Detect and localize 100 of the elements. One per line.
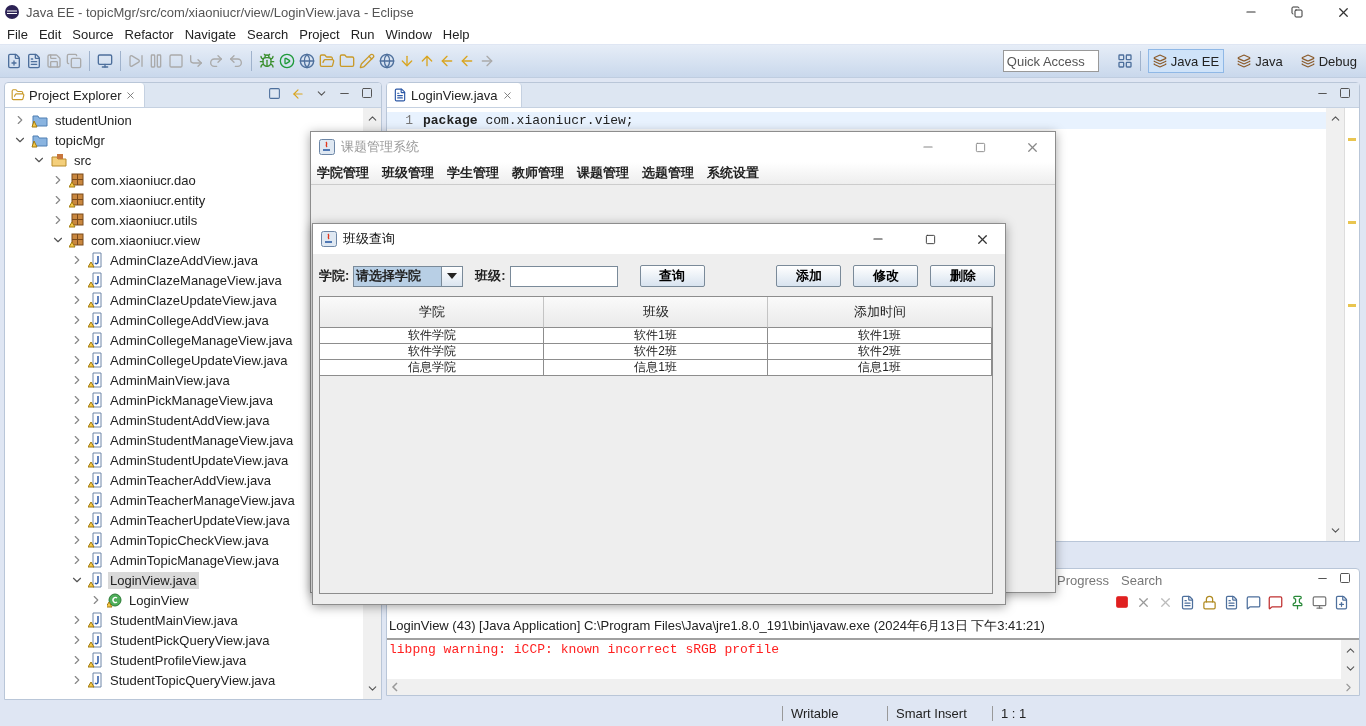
perspective-button[interactable]: Java	[1232, 49, 1288, 73]
tree-item[interactable]: StudentProfileView.java	[108, 651, 249, 669]
menu-item[interactable]: File	[2, 26, 34, 42]
close-icon[interactable]	[501, 89, 513, 101]
new-file-icon[interactable]	[6, 53, 22, 69]
copy-icon[interactable]	[66, 53, 82, 69]
resume-icon[interactable]	[128, 53, 144, 69]
tree-item[interactable]: LoginView.java	[108, 571, 199, 589]
tree-item[interactable]: AdminMainView.java	[108, 371, 232, 389]
tree-item[interactable]: src	[72, 151, 94, 169]
tree-item[interactable]: StudentTopicQueryView.java	[108, 671, 278, 689]
tree-item[interactable]: com.xiaoniucr.dao	[89, 171, 198, 189]
step-into-icon[interactable]	[188, 53, 204, 69]
scroll-left-icon[interactable]	[391, 682, 399, 692]
warning-marker[interactable]	[1348, 304, 1356, 307]
menu-item[interactable]: 选题管理	[642, 164, 694, 182]
tree-item[interactable]: AdminStudentManageView.java	[108, 431, 296, 449]
new-document-icon[interactable]	[26, 53, 42, 69]
clear-console-icon[interactable]	[1180, 594, 1195, 610]
close-icon[interactable]	[125, 89, 137, 101]
menu-item[interactable]: 课题管理	[577, 164, 629, 182]
tree-item[interactable]: com.xiaoniucr.view	[89, 231, 203, 249]
panel-tab[interactable]: Search	[1121, 572, 1163, 588]
vertical-scrollbar[interactable]	[1341, 640, 1359, 679]
panel-tab[interactable]: Project Explorer	[5, 83, 146, 107]
back-arrow-icon[interactable]	[459, 53, 475, 69]
run-icon[interactable]	[279, 53, 295, 69]
display-console-icon[interactable]	[1312, 594, 1327, 610]
menu-item[interactable]: Refactor	[119, 26, 180, 42]
column-header[interactable]: 学院	[320, 297, 544, 328]
menu-item[interactable]: 学生管理	[447, 164, 499, 182]
vertical-scrollbar[interactable]	[1326, 108, 1344, 541]
open-folder-icon[interactable]	[319, 53, 335, 69]
column-header[interactable]: 班级	[544, 297, 768, 328]
warning-marker[interactable]	[1348, 138, 1356, 141]
tree-item[interactable]: studentUnion	[53, 111, 134, 129]
tree-item[interactable]: com.xiaoniucr.entity	[89, 191, 208, 209]
debug-bug-icon[interactable]	[259, 53, 275, 69]
tree-item[interactable]: AdminTopicManageView.java	[108, 551, 281, 569]
tree-item[interactable]: AdminTeacherAddView.java	[108, 471, 273, 489]
menu-item[interactable]: Help	[437, 26, 476, 42]
tree-item[interactable]: AdminCollegeManageView.java	[108, 331, 295, 349]
menu-item[interactable]: Edit	[33, 26, 68, 42]
globe-icon[interactable]	[379, 53, 395, 69]
word-wrap-icon[interactable]	[1224, 594, 1239, 610]
tree-item[interactable]: AdminPickManageView.java	[108, 391, 276, 409]
tree-item[interactable]: AdminStudentUpdateView.java	[108, 451, 291, 469]
tree-item[interactable]: topicMgr	[53, 131, 107, 149]
college-dropdown[interactable]: 请选择学院	[353, 265, 464, 287]
monitor-icon[interactable]	[97, 53, 113, 69]
menu-item[interactable]: Run	[345, 26, 381, 42]
tree-item[interactable]: AdminTeacherUpdateView.java	[108, 511, 292, 529]
back-arrow-icon[interactable]	[439, 53, 455, 69]
forward-arrow-icon[interactable]	[479, 53, 495, 69]
step-return-icon[interactable]	[228, 53, 244, 69]
column-header[interactable]: 添加时间	[768, 297, 992, 328]
perspective-button[interactable]: Java EE	[1147, 49, 1225, 73]
menu-item[interactable]: 系统设置	[707, 164, 759, 182]
action-button[interactable]: 修改	[853, 265, 918, 287]
tree-item[interactable]: AdminCollegeUpdateView.java	[108, 351, 290, 369]
tree-item[interactable]: AdminStudentAddView.java	[108, 411, 272, 429]
menu-item[interactable]: Search	[242, 26, 295, 42]
panel-tab[interactable]: Progress	[1057, 572, 1110, 588]
tree-item[interactable]: StudentPickQueryView.java	[108, 631, 272, 649]
tree-item[interactable]: com.xiaoniucr.utils	[89, 211, 200, 229]
tree-item[interactable]: AdminTeacherManageView.java	[108, 491, 297, 509]
open-perspective-icon[interactable]	[1116, 53, 1133, 69]
console-message-icon[interactable]	[1246, 594, 1261, 610]
tree-item[interactable]: AdminClazeUpdateView.java	[108, 291, 279, 309]
new-console-icon[interactable]	[1334, 594, 1349, 610]
tree-item[interactable]: AdminClazeManageView.java	[108, 271, 284, 289]
quick-access-field[interactable]: Quick Access	[1002, 50, 1099, 72]
tree-item[interactable]: AdminTopicCheckView.java	[108, 531, 271, 549]
console-message-icon[interactable]	[1268, 594, 1283, 610]
pin-icon[interactable]	[1290, 594, 1305, 610]
folder-icon[interactable]	[339, 53, 355, 69]
tree-item[interactable]: StudentMainView.java	[108, 611, 240, 629]
pause-icon[interactable]	[148, 53, 164, 69]
class-input-field[interactable]	[509, 265, 618, 287]
menu-item[interactable]: Window	[380, 26, 438, 42]
search-button[interactable]: 查询	[639, 265, 705, 287]
warning-marker[interactable]	[1348, 221, 1356, 224]
menu-item[interactable]: Project	[294, 26, 346, 42]
tree-item[interactable]: AdminCollegeAddView.java	[108, 311, 271, 329]
action-button[interactable]: 删除	[930, 265, 995, 287]
save-icon[interactable]	[46, 53, 62, 69]
menu-item[interactable]: 学院管理	[317, 164, 369, 182]
tree-item[interactable]: AdminClazeAddView.java	[108, 251, 260, 269]
pencil-icon[interactable]	[359, 53, 375, 69]
editor-tab[interactable]: LoginView.java	[387, 83, 522, 107]
terminate-icon[interactable]	[1115, 595, 1129, 609]
scroll-lock-icon[interactable]	[1202, 594, 1217, 610]
tree-item[interactable]: LoginView	[127, 591, 191, 609]
step-over-icon[interactable]	[208, 53, 224, 69]
menu-item[interactable]: Navigate	[179, 26, 242, 42]
menu-item[interactable]: 教师管理	[512, 164, 564, 182]
globe-icon[interactable]	[299, 53, 315, 69]
action-button[interactable]: 添加	[776, 265, 841, 287]
horizontal-scrollbar[interactable]	[387, 679, 1359, 695]
perspective-button[interactable]: Debug	[1295, 49, 1362, 73]
